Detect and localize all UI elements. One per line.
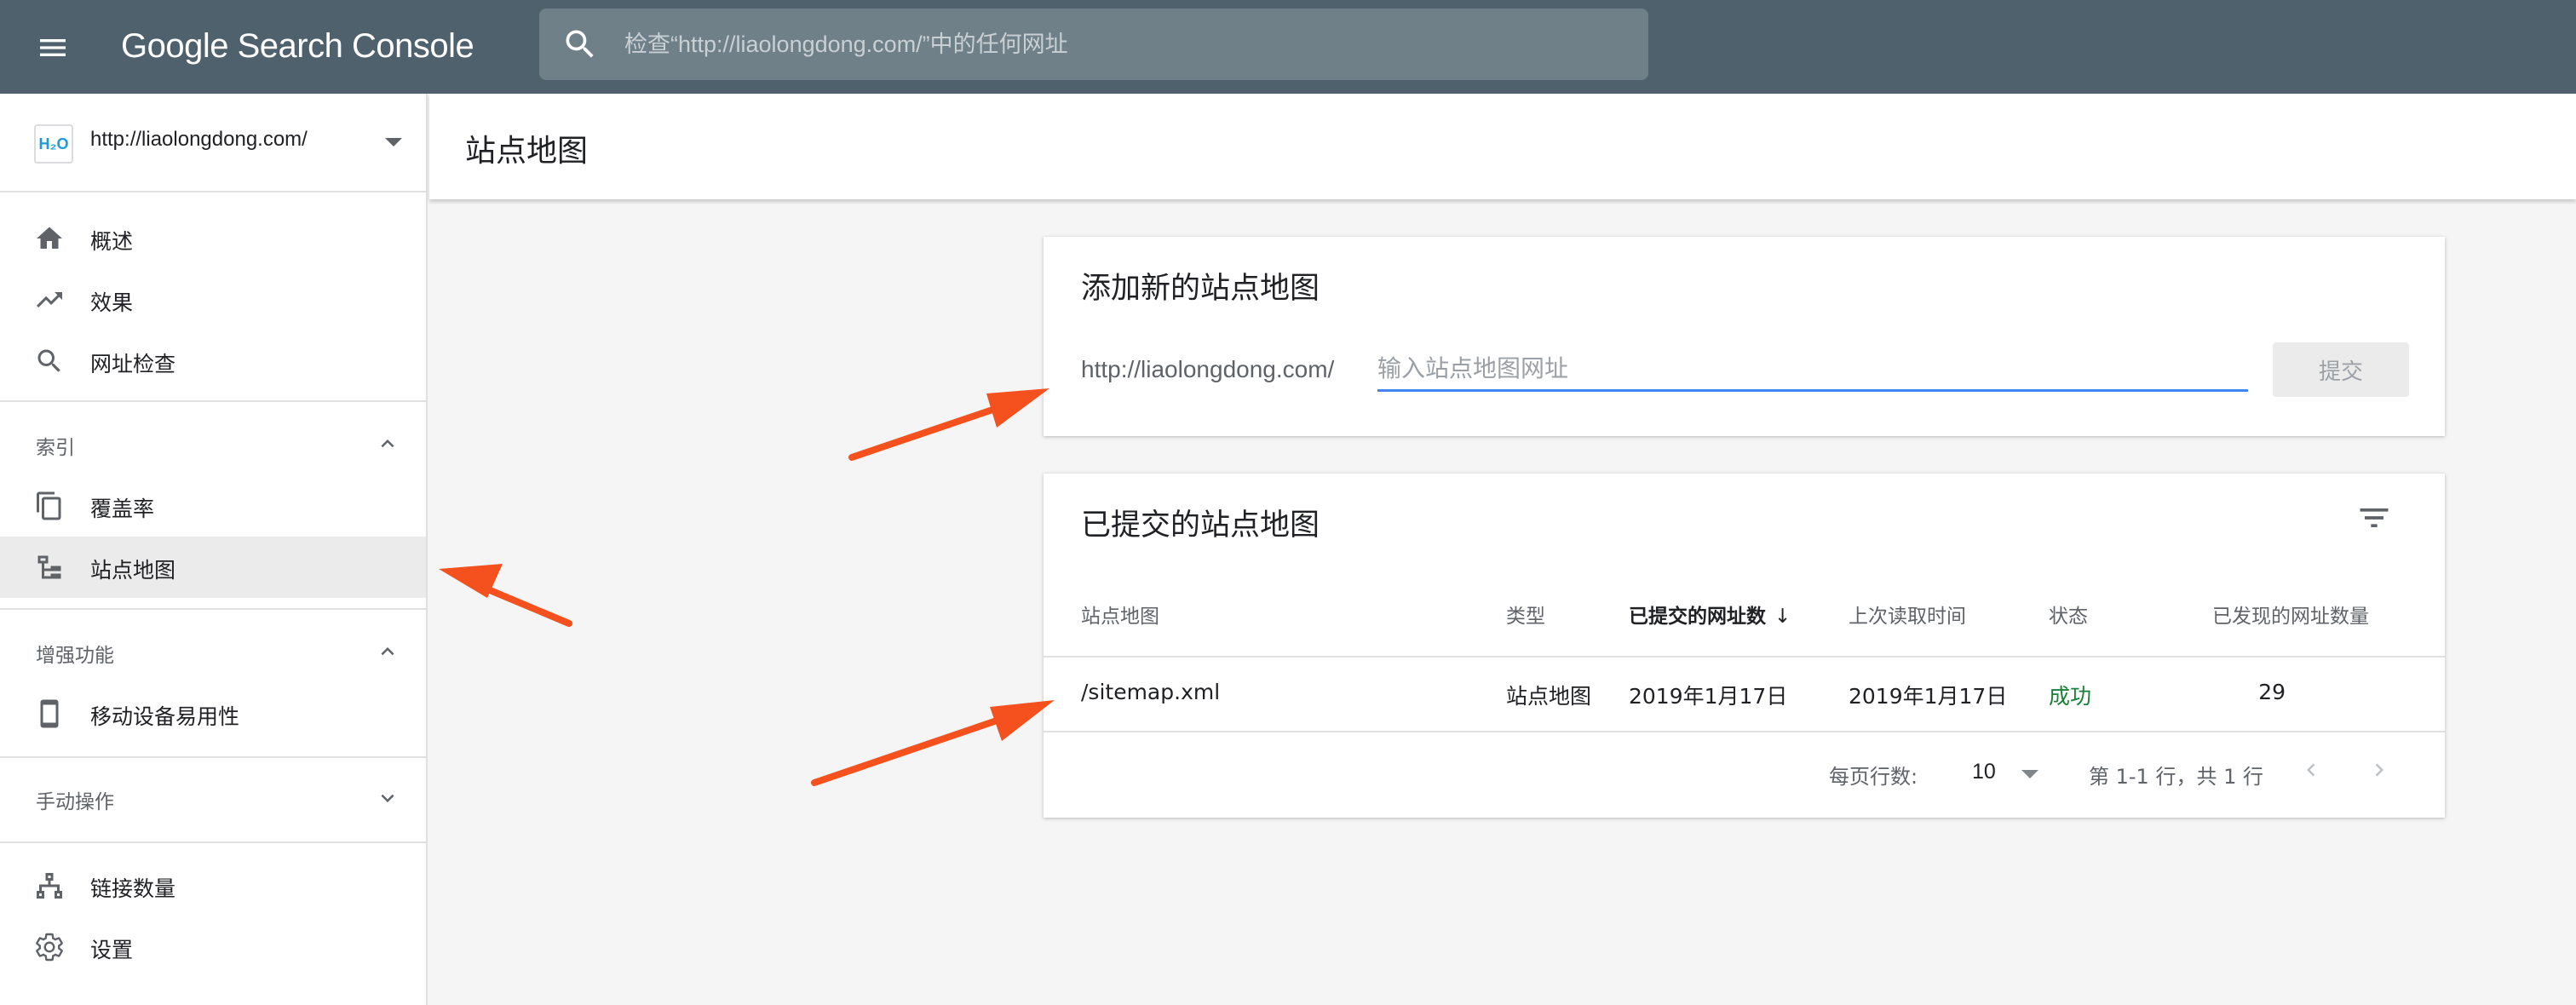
cell-type: 站点地图 (1506, 684, 1592, 709)
rows-per-page-label: 每页行数: (1829, 765, 1918, 789)
chevron-up-icon (381, 647, 394, 656)
section-enhancements-toggle[interactable]: 增强功能 (0, 620, 426, 681)
top-app-bar: Google Search Console (0, 0, 2576, 94)
sidebar-item-coverage[interactable]: 覆盖率 (0, 475, 426, 537)
cell-submitted: 2019年1月17日 (1629, 684, 1788, 709)
sidebar-item-label: 链接数量 (90, 876, 176, 901)
divider (1044, 731, 2445, 732)
search-icon (37, 349, 60, 372)
sitemap-icon (37, 555, 61, 579)
chevron-left-icon (2307, 763, 2315, 777)
sidebar-item-label: 网址检查 (90, 352, 176, 376)
cell-sitemap: /sitemap.xml (1081, 680, 1221, 704)
chevron-up-icon (381, 439, 394, 448)
column-header-last-read[interactable]: 上次读取时间 (1849, 600, 1966, 629)
sidebar-item-label: 站点地图 (90, 558, 176, 583)
filter-icon[interactable] (2355, 499, 2393, 537)
sidebar-item-overview[interactable]: 概述 (0, 208, 426, 269)
trending-up-icon (37, 292, 62, 307)
home-icon (37, 227, 62, 249)
divider (0, 756, 426, 758)
previous-page-button[interactable] (2292, 751, 2330, 789)
column-header-label: 已提交的网址数 (1629, 606, 1766, 628)
property-favicon: H₂O (34, 124, 73, 164)
column-header-discovered[interactable]: 已发现的网址数量 (2212, 600, 2369, 629)
copy-pages-icon (37, 491, 61, 520)
column-header-sitemap[interactable]: 站点地图 (1081, 600, 1159, 629)
submit-button[interactable]: 提交 (2273, 342, 2409, 397)
section-index-toggle[interactable]: 索引 (0, 412, 426, 474)
cell-last-read: 2019年1月17日 (1849, 684, 2008, 709)
chevron-down-icon (381, 794, 394, 802)
rows-per-page-select[interactable]: 10 (1964, 753, 2049, 790)
sitemap-url-prefix: http://liaolongdong.com/ (1081, 356, 1335, 382)
section-label: 增强功能 (36, 645, 114, 667)
gear-icon (36, 933, 63, 962)
dropdown-caret-icon (385, 138, 402, 146)
main-menu-button[interactable] (31, 26, 75, 70)
sidebar-item-label: 覆盖率 (90, 497, 155, 521)
page-title: 站点地图 (465, 134, 589, 169)
smartphone-icon (40, 699, 59, 728)
sidebar-item-performance[interactable]: 效果 (0, 269, 426, 330)
pagination-range: 第 1-1 行，共 1 行 (2089, 765, 2263, 789)
sidebar-item-links[interactable]: 链接数量 (0, 855, 426, 916)
sitemap-url-input[interactable] (1377, 347, 2248, 392)
sidebar-item-url-inspection[interactable]: 网址检查 (0, 330, 426, 392)
chevron-right-icon (2375, 763, 2383, 777)
sidebar: H₂O http://liaolongdong.com/ 概述 效果 网址检查 … (0, 94, 428, 1005)
links-network-icon (37, 873, 62, 899)
column-header-status[interactable]: 状态 (2049, 600, 2088, 629)
section-manual-actions-toggle[interactable]: 手动操作 (0, 767, 426, 828)
divider (0, 841, 426, 843)
arrow-down-icon: ↓ (1774, 606, 1791, 628)
annotation-arrow (811, 700, 1055, 786)
cell-discovered: 29 (2258, 680, 2286, 704)
sidebar-item-label: 效果 (90, 290, 134, 315)
cell-status: 成功 (2049, 684, 2092, 709)
submitted-sitemaps-card: 已提交的站点地图 站点地图 类型 已提交的网址数 ↓ 上次读取时间 状态 已发现的… (1044, 474, 2445, 818)
sidebar-item-label: 设置 (90, 938, 134, 962)
dropdown-caret-icon (2021, 770, 2038, 778)
page-header: 站点地图 (429, 94, 2576, 199)
url-inspection-search[interactable] (539, 9, 1648, 80)
app-logo[interactable]: Google Search Console (121, 24, 474, 68)
column-header-submitted[interactable]: 已提交的网址数 ↓ (1629, 600, 1791, 629)
rows-per-page-value: 10 (1972, 760, 1996, 784)
add-sitemap-card: 添加新的站点地图 http://liaolongdong.com/ 提交 (1044, 237, 2445, 436)
sidebar-item-settings[interactable]: 设置 (0, 916, 426, 978)
search-icon (566, 30, 594, 58)
section-label: 索引 (36, 437, 75, 459)
annotation-arrow (439, 564, 572, 627)
card-title: 已提交的站点地图 (1081, 508, 1320, 543)
property-selector[interactable]: H₂O http://liaolongdong.com/ (0, 94, 426, 192)
next-page-button[interactable] (2360, 751, 2398, 789)
sidebar-item-label: 移动设备易用性 (90, 704, 240, 729)
property-url: http://liaolongdong.com/ (90, 128, 308, 151)
section-label: 手动操作 (36, 791, 114, 813)
sidebar-item-label: 概述 (90, 229, 134, 254)
card-title: 添加新的站点地图 (1081, 272, 1320, 306)
column-header-type[interactable]: 类型 (1506, 600, 1545, 629)
divider (0, 400, 426, 402)
hamburger-menu-icon (40, 39, 66, 56)
annotation-arrow (848, 388, 1049, 461)
divider (0, 608, 426, 610)
sidebar-item-mobile-usability[interactable]: 移动设备易用性 (0, 683, 426, 744)
sidebar-item-sitemaps[interactable]: 站点地图 (0, 537, 426, 598)
search-input[interactable] (624, 9, 1630, 80)
